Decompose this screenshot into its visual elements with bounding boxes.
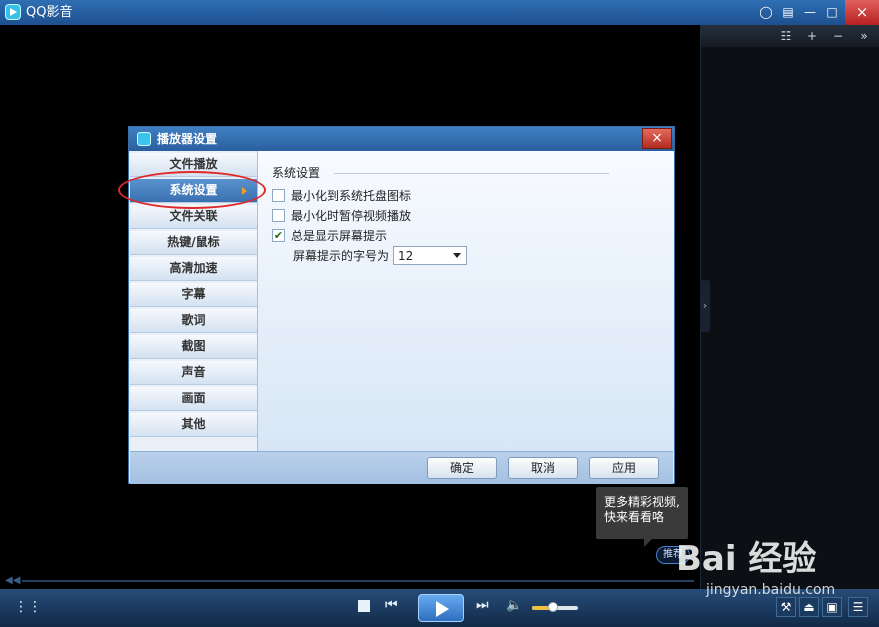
sidebar-item-label: 热键/鼠标	[167, 235, 220, 249]
title-bar: QQ影音 ◯ ▤ — □ ×	[0, 0, 879, 25]
watermark-url: jingyan.baidu.com	[706, 582, 836, 598]
remove-icon[interactable]: −	[827, 28, 849, 44]
volume-knob[interactable]	[547, 602, 558, 612]
previous-icon[interactable]: ⏮	[385, 597, 398, 613]
next-icon[interactable]: ⏭	[476, 597, 489, 613]
minimize-to-tray-checkbox[interactable]	[272, 189, 285, 202]
playlist-toolbar: ☷ + − »	[701, 25, 879, 47]
sidebar-item-other[interactable]: 其他	[130, 413, 257, 437]
font-size-label: 屏幕提示的字号为	[293, 249, 390, 263]
tools-icon[interactable]: ⚒	[776, 597, 796, 617]
skin-icon[interactable]: ▣	[822, 597, 842, 617]
seek-track[interactable]	[22, 580, 694, 582]
app-title: QQ影音	[26, 5, 73, 20]
baidu-jingyan-watermark: Bai 经验	[676, 539, 817, 579]
option-label: 最小化时暂停视频播放	[291, 209, 412, 223]
play-button[interactable]	[418, 594, 464, 622]
collapse-icon[interactable]: »	[853, 28, 875, 44]
dialog-logo-icon	[137, 132, 151, 146]
stop-icon[interactable]	[358, 600, 370, 612]
sidebar-item-label: 高清加速	[169, 261, 218, 275]
promo-tooltip: 更多精彩视频, 快来看看咯	[596, 487, 688, 547]
sidebar-item-screenshot[interactable]: 截图	[130, 335, 257, 359]
dialog-footer: 确定 取消 应用	[130, 451, 673, 484]
menu-icon[interactable]: ▤	[779, 4, 797, 20]
rewind-icon[interactable]: ◀◀	[5, 576, 20, 586]
maximize-icon[interactable]: □	[823, 4, 841, 20]
list-view-icon[interactable]: ☷	[775, 28, 797, 44]
eject-icon[interactable]: ⏏	[799, 597, 819, 617]
sidebar-item-label: 画面	[181, 391, 206, 405]
sidebar-item-lyrics[interactable]: 歌词	[130, 309, 257, 333]
dialog-close-button[interactable]: ×	[642, 128, 672, 149]
sidebar-item-subtitles[interactable]: 字幕	[130, 283, 257, 307]
sidebar-item-label: 声音	[181, 365, 206, 379]
option-label: 总是显示屏幕提示	[291, 229, 388, 243]
close-button[interactable]: ×	[845, 0, 879, 25]
section-title: 系统设置	[272, 166, 321, 180]
tooltip-line-2: 快来看看咯	[604, 510, 665, 524]
font-size-value: 12	[398, 249, 414, 263]
sidebar-item-label: 文件播放	[169, 157, 218, 171]
sidebar-item-label: 截图	[181, 339, 206, 353]
playlist-panel: ☷ + − »	[700, 25, 879, 589]
chat-icon[interactable]: ◯	[757, 4, 775, 20]
seek-bar[interactable]: ◀◀	[0, 576, 700, 586]
dialog-title: 播放器设置	[157, 132, 218, 146]
sidebar-item-sound[interactable]: 声音	[130, 361, 257, 385]
sidebar-item-label: 歌词	[181, 313, 206, 327]
sidebar-item-hd-acceleration[interactable]: 高清加速	[130, 257, 257, 281]
font-size-select[interactable]: 12	[393, 246, 467, 265]
settings-panel: 系统设置 最小化到系统托盘图标 最小化时暂停视频播放 ✔ 总是显示屏幕提示 屏幕…	[258, 151, 674, 451]
chevron-down-icon	[453, 253, 461, 258]
option-label: 最小化到系统托盘图标	[291, 189, 412, 203]
playlist-toggle-icon[interactable]: ☰	[848, 597, 868, 617]
pause-on-minimize-checkbox[interactable]	[272, 209, 285, 222]
panel-toggle-handle[interactable]: ›	[700, 280, 710, 332]
ok-button[interactable]: 确定	[427, 457, 497, 479]
sidebar-item-hotkeys[interactable]: 热键/鼠标	[130, 231, 257, 255]
cancel-button[interactable]: 取消	[508, 457, 578, 479]
sidebar-item-label: 文件关联	[169, 209, 218, 223]
highlight-annotation	[118, 171, 266, 209]
dialog-title-bar: 播放器设置 ×	[129, 127, 674, 151]
show-osd-checkbox[interactable]: ✔	[272, 229, 285, 242]
sidebar-item-picture[interactable]: 画面	[130, 387, 257, 411]
app-logo-icon	[5, 4, 21, 20]
volume-icon[interactable]: 🔈	[506, 598, 522, 613]
sidebar-item-label: 字幕	[181, 287, 206, 301]
apply-button[interactable]: 应用	[589, 457, 659, 479]
sidebar-item-label: 其他	[181, 417, 206, 431]
minimize-icon[interactable]: —	[801, 4, 819, 20]
add-icon[interactable]: +	[801, 28, 823, 44]
footprint-icon[interactable]: ⋮⋮	[14, 599, 42, 615]
section-divider	[334, 173, 609, 174]
tooltip-line-1: 更多精彩视频,	[604, 495, 680, 509]
